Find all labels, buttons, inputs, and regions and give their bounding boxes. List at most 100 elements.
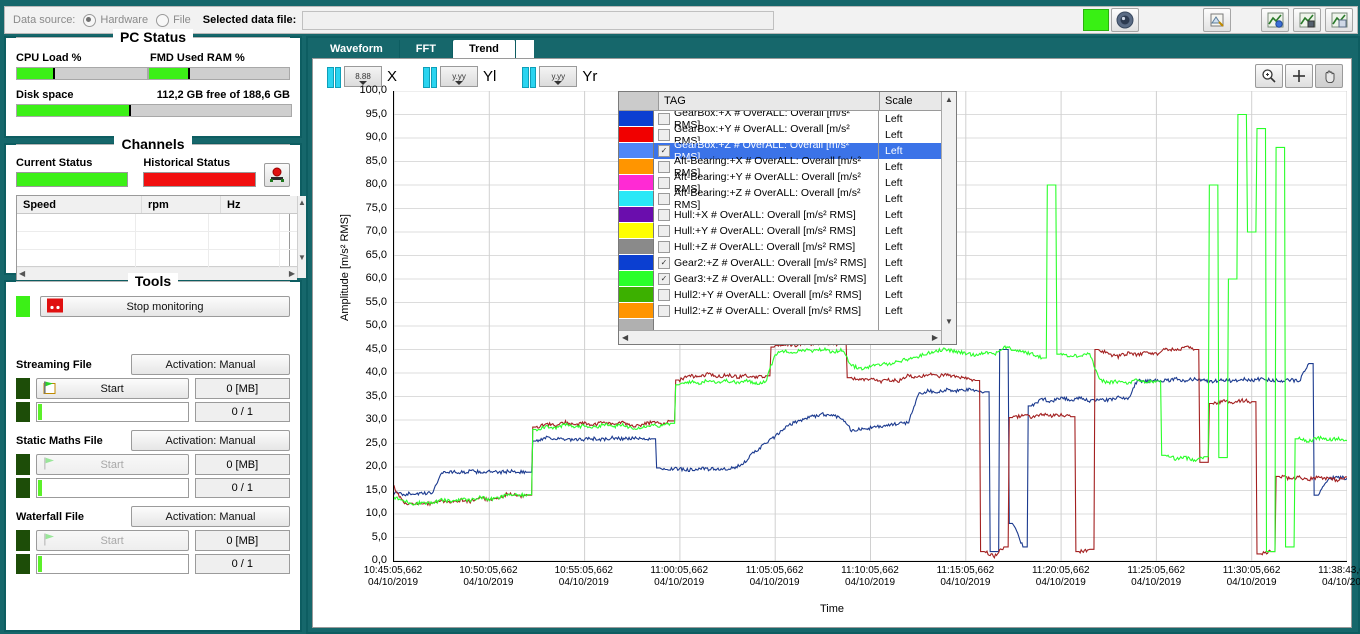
tag-list-row[interactable]: Aft-Bearing:+Z # OverALL: Overall [m/s² … <box>619 187 941 211</box>
tag-list-panel[interactable]: TAG Scale GearBox:+X # OverALL: Overall … <box>618 91 957 345</box>
radio-hardware[interactable]: Hardware <box>83 13 148 27</box>
tag-checkbox[interactable] <box>658 129 670 141</box>
historical-status-label: Historical Status <box>143 157 231 169</box>
tag-checkbox-cell[interactable] <box>654 303 674 319</box>
scroll-down-icon[interactable]: ▼ <box>945 317 953 326</box>
tag-list-row[interactable]: Hull2:+Y # OverALL: Overall [m/s² RMS] Le… <box>619 287 941 303</box>
pan-hand-icon[interactable] <box>1315 64 1343 88</box>
tag-checkbox-cell[interactable] <box>654 159 674 175</box>
tag-checkbox-cell[interactable] <box>654 239 674 255</box>
selected-data-file-input[interactable] <box>302 10 775 30</box>
tab-trend[interactable]: Trend <box>452 40 516 58</box>
chart-save-icon[interactable] <box>1293 8 1321 32</box>
chart-export-icon[interactable] <box>1325 8 1353 32</box>
zoom-icon[interactable] <box>1255 64 1283 88</box>
tag-checkbox[interactable] <box>658 113 670 125</box>
start-flag-icon <box>43 532 59 549</box>
tag-list-row[interactable]: Hull2:+Z # OverALL: Overall [m/s² RMS] Le… <box>619 303 941 319</box>
tag-checkbox[interactable] <box>658 209 670 221</box>
tag-color-swatch[interactable] <box>619 191 654 207</box>
tag-color-swatch[interactable] <box>619 223 654 239</box>
waterfall-count-value: 0 / 1 <box>194 554 290 574</box>
cursor-bars-icon <box>522 66 537 88</box>
tag-list-row[interactable]: Hull:+Y # OverALL: Overall [m/s² RMS] Lef… <box>619 223 941 239</box>
tag-list-row[interactable]: Hull:+Z # OverALL: Overall [m/s² RMS] Lef… <box>619 239 941 255</box>
streaming-activation-button[interactable]: Activation: Manual <box>131 354 290 375</box>
channels-table[interactable]: Speed rpm Hz ◀ ▶ ▲ ▼ <box>16 195 306 281</box>
tag-checkbox-cell[interactable] <box>654 223 674 239</box>
cursor-yl-group[interactable]: y.yy Yl <box>423 65 497 88</box>
tab-fft[interactable]: FFT <box>400 40 453 58</box>
tag-checkbox[interactable]: ✓ <box>658 273 670 285</box>
tag-color-swatch[interactable] <box>619 255 654 271</box>
tag-color-swatch[interactable] <box>619 207 654 223</box>
tag-checkbox-cell[interactable] <box>654 175 674 191</box>
streaming-start-button[interactable]: Start <box>35 378 189 399</box>
tag-checkbox[interactable]: ✓ <box>658 257 670 269</box>
tag-list-row[interactable]: ✓ Gear2:+Z # OverALL: Overall [m/s² RMS] L… <box>619 255 941 271</box>
scroll-down-icon[interactable]: ▼ <box>298 253 306 262</box>
tag-list-vscrollbar[interactable]: ▲ ▼ <box>941 92 956 344</box>
tag-list-hscrollbar[interactable]: ◀ ▶ <box>619 330 941 344</box>
waterfall-activation-button[interactable]: Activation: Manual <box>131 506 290 527</box>
tag-color-swatch[interactable] <box>619 319 654 330</box>
tag-checkbox[interactable] <box>658 225 670 237</box>
tag-list-row[interactable] <box>619 319 941 330</box>
scroll-up-icon[interactable]: ▲ <box>945 95 953 104</box>
tools-group: Tools Stop monitoring Streaming File Act… <box>4 273 302 632</box>
tag-checkbox[interactable] <box>658 193 670 205</box>
channels-title: Channels <box>114 136 192 152</box>
x-tick-label: 11:20:05,662 04/10/2019 <box>1031 565 1090 588</box>
cursor-yl-label: Yl <box>483 67 497 85</box>
tag-color-swatch[interactable] <box>619 239 654 255</box>
tag-checkbox-cell[interactable] <box>654 191 674 207</box>
tag-checkbox[interactable] <box>658 289 670 301</box>
tag-list-row[interactable]: Hull:+X # OverALL: Overall [m/s² RMS] Lef… <box>619 207 941 223</box>
tag-color-swatch[interactable] <box>619 143 654 159</box>
tag-checkbox-cell[interactable] <box>654 207 674 223</box>
tab-waveform[interactable]: Waveform <box>314 40 400 58</box>
scroll-left-icon[interactable]: ◀ <box>622 333 628 342</box>
tag-checkbox[interactable] <box>658 161 670 173</box>
scroll-right-icon[interactable]: ▶ <box>932 333 938 342</box>
tag-list-row[interactable]: ✓ Gear3:+Z # OverALL: Overall [m/s² RMS] L… <box>619 271 941 287</box>
tag-color-swatch[interactable] <box>619 111 654 127</box>
tag-checkbox-cell[interactable]: ✓ <box>654 255 674 271</box>
tag-checkbox-cell[interactable] <box>654 127 674 143</box>
stop-monitoring-button[interactable]: Stop monitoring <box>40 296 290 317</box>
tag-color-swatch[interactable] <box>619 175 654 191</box>
tag-color-swatch[interactable] <box>619 287 654 303</box>
y-tick-label: 10,0 <box>365 507 387 519</box>
chart-open-icon[interactable] <box>1261 8 1289 32</box>
cursor-yr-format-combo[interactable]: y.yy <box>539 65 578 87</box>
cursor-yl-format-combo[interactable]: y.yy <box>440 65 479 87</box>
cursor-x-format: 8.88 <box>355 71 371 81</box>
tag-color-swatch[interactable] <box>619 271 654 287</box>
tag-checkbox-cell[interactable] <box>654 111 674 127</box>
cursor-yr-group[interactable]: y.yy Yr <box>522 65 597 88</box>
x-tick-label: 10:50:05,662 04/10/2019 <box>459 565 518 588</box>
tag-checkbox-cell[interactable]: ✓ <box>654 271 674 287</box>
scroll-up-icon[interactable]: ▲ <box>298 198 306 207</box>
report-icon[interactable] <box>1203 8 1231 32</box>
tag-checkbox[interactable] <box>658 177 670 189</box>
camera-icon[interactable] <box>1111 8 1139 32</box>
tag-checkbox-cell[interactable]: ✓ <box>654 143 674 159</box>
current-status-bar <box>16 172 129 187</box>
tag-list-rows[interactable]: GearBox:+X # OverALL: Overall [m/s² RMS]… <box>619 111 941 330</box>
static-maths-start-button[interactable]: Start <box>35 454 189 475</box>
crosshair-icon[interactable] <box>1285 64 1313 88</box>
ram-fill <box>149 68 191 79</box>
radio-file[interactable]: File <box>156 13 191 27</box>
tag-color-swatch[interactable] <box>619 303 654 319</box>
static-maths-activation-button[interactable]: Activation: Manual <box>131 430 290 451</box>
tag-color-swatch[interactable] <box>619 159 654 175</box>
alarm-icon[interactable] <box>263 163 290 187</box>
tag-checkbox[interactable]: ✓ <box>658 145 670 157</box>
tag-checkbox[interactable] <box>658 241 670 253</box>
channels-vscrollbar[interactable]: ▲ ▼ <box>297 196 306 278</box>
waterfall-start-button[interactable]: Start <box>35 530 189 551</box>
tag-checkbox[interactable] <box>658 305 670 317</box>
tag-checkbox-cell[interactable] <box>654 287 674 303</box>
tag-color-swatch[interactable] <box>619 127 654 143</box>
